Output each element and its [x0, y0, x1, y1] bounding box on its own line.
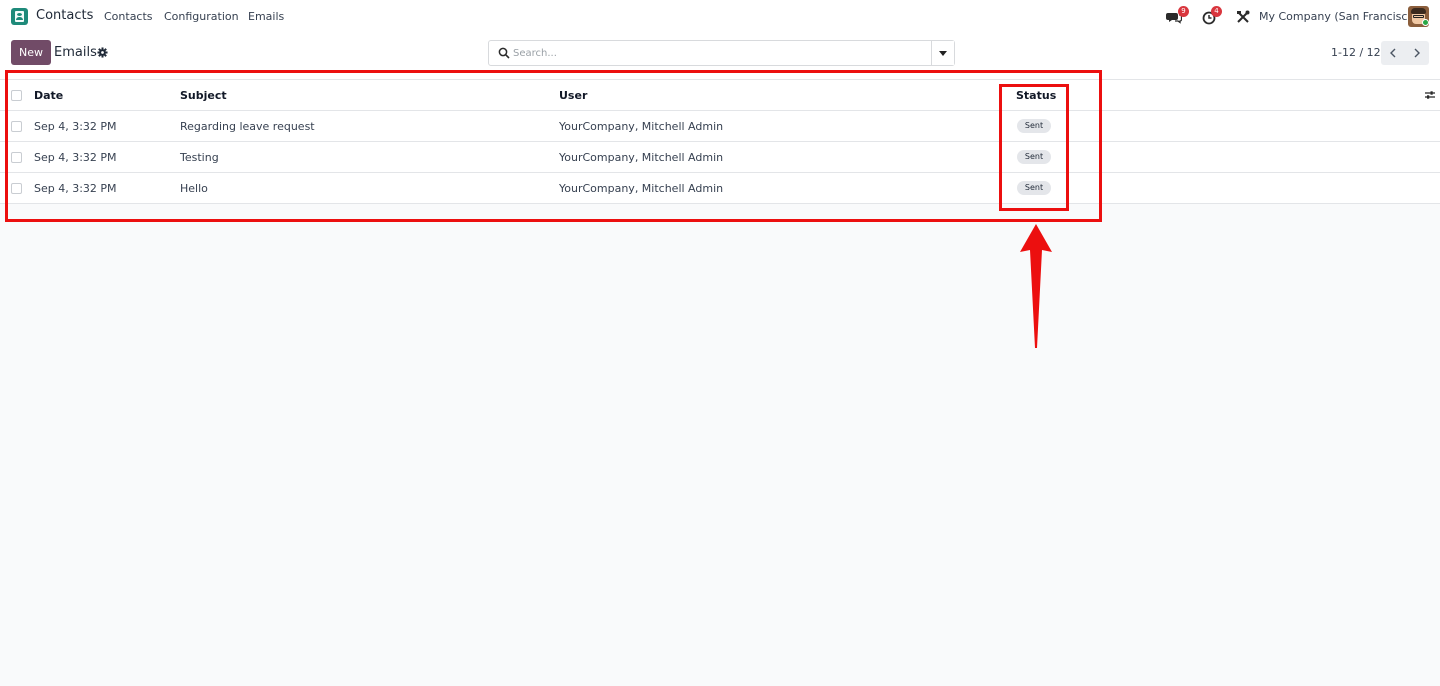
menu-contacts[interactable]: Contacts [104, 10, 153, 23]
app-name[interactable]: Contacts [36, 8, 93, 23]
contacts-app-icon[interactable] [11, 8, 28, 25]
chevron-left-icon [1390, 48, 1396, 58]
optional-columns-icon[interactable] [1424, 89, 1436, 101]
menu-emails[interactable]: Emails [248, 10, 284, 23]
chevron-right-icon [1414, 48, 1420, 58]
company-switcher[interactable]: My Company (San Francisco) [1259, 10, 1418, 23]
annotation-status-highlight [999, 84, 1069, 211]
caret-down-icon [939, 51, 947, 56]
pager-value[interactable]: 1-12 / 12 [1331, 46, 1381, 59]
debug-tools-icon[interactable] [1235, 9, 1251, 25]
user-online-status [1422, 19, 1429, 26]
search-input[interactable] [513, 45, 923, 61]
messages-count-badge: 9 [1178, 6, 1189, 17]
menu-configuration[interactable]: Configuration [164, 10, 239, 23]
annotation-list-highlight [5, 70, 1102, 222]
activities-count-badge: 4 [1211, 6, 1222, 17]
new-button[interactable]: New [11, 40, 51, 65]
gear-icon[interactable] [97, 47, 108, 58]
search-icon [498, 47, 510, 59]
top-navbar: Contacts Contacts Configuration Emails 9… [0, 0, 1440, 33]
search-options-toggle[interactable] [931, 41, 954, 65]
pager-next-button[interactable] [1405, 41, 1429, 65]
page-title: Emails [54, 45, 97, 60]
search-bar[interactable] [488, 40, 955, 66]
annotation-arrow-icon [1020, 224, 1052, 348]
pager-previous-button[interactable] [1381, 41, 1405, 65]
